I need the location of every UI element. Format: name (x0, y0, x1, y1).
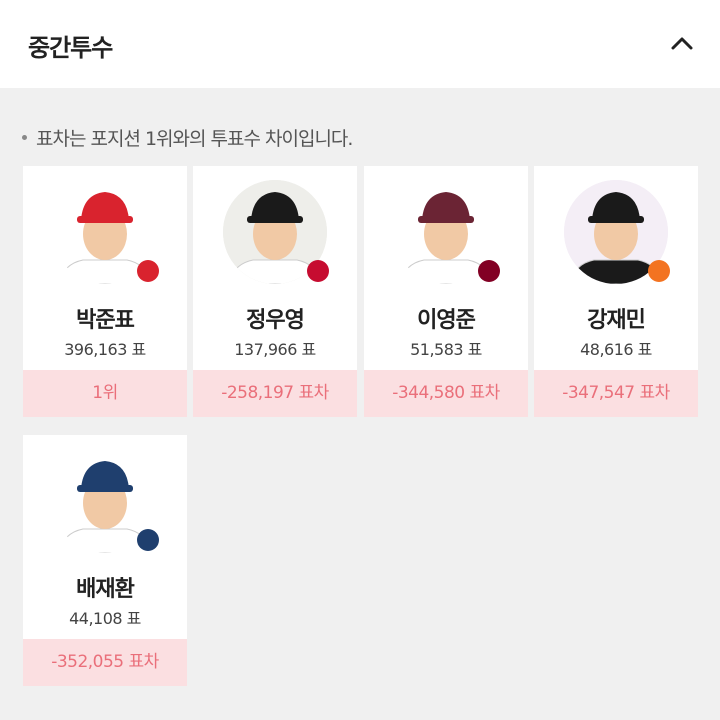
player-card[interactable]: 박준표 396,163 표 1위 (23, 166, 187, 417)
vote-difference: -347,547 표차 (534, 370, 698, 417)
team-logo-icon (478, 260, 500, 282)
team-logo-icon (137, 260, 159, 282)
player-card[interactable]: 배재환 44,108 표 -352,055 표차 (23, 435, 187, 686)
team-logo-icon (648, 260, 670, 282)
vote-count: 51,583 표 (410, 340, 482, 359)
chevron-up-icon[interactable] (668, 30, 696, 58)
vote-difference: -344,580 표차 (364, 370, 528, 417)
player-name: 강재민 (587, 308, 646, 333)
player-card[interactable]: 강재민 48,616 표 -347,547 표차 (534, 166, 698, 417)
section-header[interactable]: 중간투수 (0, 0, 720, 88)
section-title: 중간투수 (28, 34, 113, 62)
vote-count: 44,108 표 (69, 609, 141, 628)
player-name: 정우영 (246, 308, 305, 333)
vote-count: 137,966 표 (234, 340, 316, 359)
player-name: 박준표 (76, 308, 135, 333)
team-logo-icon (307, 260, 329, 282)
player-name: 이영준 (417, 308, 476, 333)
vote-difference: -352,055 표차 (23, 639, 187, 686)
player-name: 배재환 (76, 577, 135, 602)
team-logo-icon (137, 529, 159, 551)
vote-difference: -258,197 표차 (193, 370, 357, 417)
player-card[interactable]: 정우영 137,966 표 -258,197 표차 (193, 166, 357, 417)
vote-difference: 1위 (23, 370, 187, 417)
bullet-icon (22, 135, 27, 140)
vote-count: 396,163 표 (64, 340, 146, 359)
player-card[interactable]: 이영준 51,583 표 -344,580 표차 (364, 166, 528, 417)
vote-difference-note: 표차는 포지션 1위와의 투표수 차이입니다. (22, 124, 353, 151)
note-text: 표차는 포지션 1위와의 투표수 차이입니다. (36, 128, 353, 150)
vote-count: 48,616 표 (580, 340, 652, 359)
